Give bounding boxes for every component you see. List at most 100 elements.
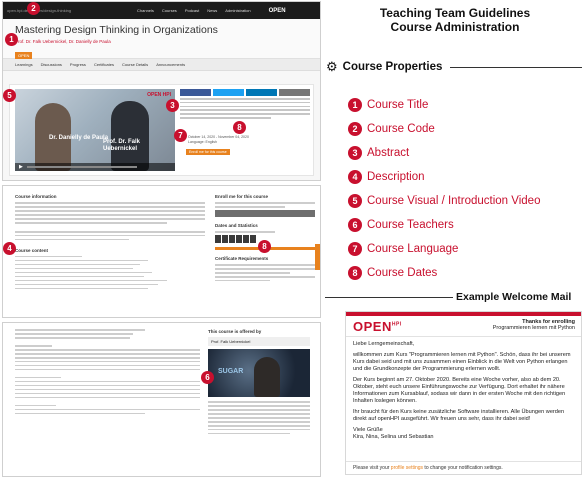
- mail-body: Liebe Lerngemeinschaft, willkommen zum K…: [346, 337, 581, 445]
- property-course-code: 2 Course Code: [348, 117, 578, 141]
- video-logo: OPEN HPI: [147, 92, 171, 98]
- tab-announcements[interactable]: Announcements: [156, 62, 185, 67]
- video-progress-bar[interactable]: [26, 166, 137, 168]
- badge-7: 7: [174, 129, 187, 142]
- property-number: 2: [348, 122, 362, 136]
- property-course-dates: 8 Course Dates: [348, 261, 578, 285]
- teachers-screenshot: This course is offered by Prof. Falk Ueb…: [2, 322, 321, 477]
- enroll-sidebar-button[interactable]: [215, 209, 315, 217]
- badge-8: 8: [233, 121, 246, 134]
- badge-5: 5: [3, 89, 16, 102]
- badge-4: 4: [3, 242, 16, 255]
- mail-header: OPENHPI Thanks for enrolling Programmier…: [346, 316, 581, 337]
- tab-certificates[interactable]: Certificates: [94, 62, 114, 67]
- mail-share-icon[interactable]: [279, 89, 310, 96]
- property-number: 6: [348, 218, 362, 232]
- teacher-card: This course is offered by Prof. Falk Ueb…: [208, 329, 310, 437]
- tab-progress[interactable]: Progress: [70, 62, 86, 67]
- share-buttons: [180, 89, 310, 96]
- main-nav: Channels Courses Podcast News Administra…: [137, 8, 251, 13]
- property-abstract: 3 Abstract: [348, 141, 578, 165]
- property-label: Course Visual / Introduction Video: [367, 195, 541, 207]
- thanks-line-2: Programmieren lernen mit Python: [492, 325, 575, 331]
- property-label: Course Teachers: [367, 219, 454, 231]
- video-controls[interactable]: ▶: [15, 163, 175, 171]
- property-course-language: 7 Course Language: [348, 237, 578, 261]
- course-info-screenshot: Course information Course content Enroll…: [2, 185, 321, 318]
- teacher-photo: SUGAR: [208, 349, 310, 397]
- property-label: Description: [367, 171, 425, 183]
- intro-video[interactable]: Dr. Danielly de Paula Prof. Dr. Falk Ueb…: [15, 89, 175, 171]
- welcome-mail: OPENHPI Thanks for enrolling Programmier…: [345, 311, 582, 475]
- mail-footer: Please visit your profile settings to ch…: [346, 461, 581, 474]
- mail-heading: Example Welcome Mail: [456, 291, 572, 303]
- property-course-teachers: 6 Course Teachers: [348, 213, 578, 237]
- course-description: Course information Course content: [15, 194, 205, 292]
- course-body: Dr. Danielly de Paula Prof. Dr. Falk Ueb…: [9, 84, 314, 176]
- mail-greeting: Liebe Lerngemeinschaft,: [353, 341, 415, 347]
- cert-heading: Certificate Requirements: [215, 255, 269, 261]
- nav-courses[interactable]: Courses: [162, 8, 177, 13]
- teacher-silhouette: [254, 357, 280, 397]
- course-dates: October 14, 2020 - November 04, 2020 Lan…: [188, 135, 249, 145]
- course-teachers[interactable]: Prof. Dr. Falk Uebernickel, Dr. Danielly…: [15, 39, 308, 44]
- badge-3: 3: [166, 99, 179, 112]
- property-number: 4: [348, 170, 362, 184]
- feedback-tab[interactable]: [315, 244, 320, 270]
- tab-learnings[interactable]: Learnings: [15, 62, 33, 67]
- course-content-heading: Course content: [15, 247, 49, 253]
- property-number: 1: [348, 98, 362, 112]
- enroll-heading: Enroll me for this course: [215, 194, 269, 199]
- mail-logo: OPENHPI: [353, 319, 402, 334]
- property-number: 7: [348, 242, 362, 256]
- mail-closing-2: Kira, Nina, Selina und Sebastian: [353, 434, 434, 440]
- footer-post: to change your notification settings.: [423, 465, 503, 471]
- title-line-2: Course Administration: [390, 20, 520, 34]
- mail-paragraph-3: Ihr braucht für den Kurs keine zusätzlic…: [353, 409, 565, 422]
- url-bar[interactable]: open.hpi.de/courses/design-thinking: [7, 8, 97, 13]
- nav-channels[interactable]: Channels: [137, 8, 154, 13]
- mail-paragraph-2: Der Kurs beginnt am 27. Oktober 2020. Be…: [353, 377, 566, 404]
- property-course-visual: 5 Course Visual / Introduction Video: [348, 189, 578, 213]
- property-course-title: 1 Course Title: [348, 93, 578, 117]
- teacher-name[interactable]: Prof. Falk Uebernickel: [208, 337, 310, 346]
- linkedin-share-icon[interactable]: [246, 89, 277, 96]
- property-description: 4 Description: [348, 165, 578, 189]
- video-label-1: Dr. Danielly de Paula: [49, 135, 109, 141]
- property-label: Course Language: [367, 243, 459, 255]
- properties-list: 1 Course Title 2 Course Code 3 Abstract …: [348, 93, 578, 285]
- property-label: Course Code: [367, 123, 435, 135]
- property-number: 8: [348, 266, 362, 280]
- mail-rule: [325, 297, 453, 298]
- enroll-sidebar: Enroll me for this course Dates and Stat…: [215, 194, 315, 284]
- nav-news[interactable]: News: [207, 8, 217, 13]
- properties-heading-text: Course Properties: [342, 60, 443, 73]
- property-number: 5: [348, 194, 362, 208]
- offered-by-heading: This course is offered by: [208, 329, 262, 334]
- nav-podcast[interactable]: Podcast: [185, 8, 199, 13]
- tab-discussions[interactable]: Discussions: [41, 62, 62, 67]
- badge-8b: 8: [258, 240, 271, 253]
- profile-settings-link[interactable]: profile settings: [391, 465, 423, 471]
- nav-administration[interactable]: Administration: [225, 8, 250, 13]
- property-number: 3: [348, 146, 362, 160]
- twitter-share-icon[interactable]: [213, 89, 244, 96]
- mail-closing-1: Viele Grüße: [353, 427, 383, 433]
- mail-paragraph-1: willkommen zum Kurs "Programmieren lerne…: [353, 352, 571, 372]
- enroll-button[interactable]: Enroll me for this course: [186, 149, 230, 155]
- photo-text: SUGAR: [218, 368, 244, 375]
- facebook-share-icon[interactable]: [180, 89, 211, 96]
- property-label: Abstract: [367, 147, 410, 159]
- play-icon[interactable]: ▶: [19, 164, 23, 170]
- course-header: Mastering Design Thinking in Organizatio…: [3, 19, 320, 59]
- tab-course-details[interactable]: Course Details: [122, 62, 148, 67]
- openhpi-logo[interactable]: OPEN: [269, 8, 286, 14]
- badge-6: 6: [201, 371, 214, 384]
- badge-2: 2: [27, 2, 40, 15]
- course-title: Mastering Design Thinking in Organizatio…: [15, 24, 218, 36]
- course-tabs: Learnings Discussions Progress Certifica…: [3, 59, 320, 71]
- page-title: Teaching Team Guidelines Course Administ…: [325, 6, 585, 34]
- browser-topbar: open.hpi.de/courses/design-thinking Chan…: [3, 2, 320, 19]
- property-label: Course Dates: [367, 267, 438, 279]
- video-label-2: Prof. Dr. Falk Uebernickel: [103, 139, 141, 152]
